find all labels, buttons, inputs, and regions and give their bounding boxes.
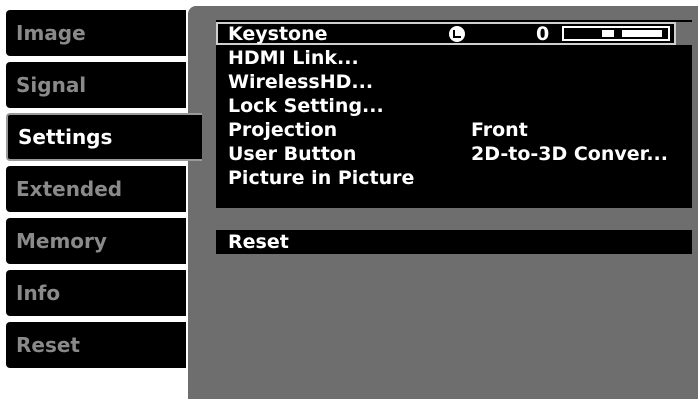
projector-menu-screen: Image Signal Settings Extended Memory In… [0, 0, 698, 399]
keystone-slider[interactable] [562, 26, 670, 41]
tab-memory[interactable]: Memory [6, 218, 186, 264]
hdmi-link-label: HDMI Link... [228, 46, 359, 69]
tab-info[interactable]: Info [6, 270, 186, 316]
enter-icon [449, 26, 465, 42]
tab-image-label: Image [16, 21, 86, 45]
wirelesshd-label: WirelessHD... [228, 70, 374, 93]
settings-row-wirelesshd[interactable]: WirelessHD... [216, 70, 692, 93]
slider-track-fill [602, 30, 662, 37]
reset-label: Reset [228, 231, 289, 253]
slider-knob[interactable] [614, 30, 622, 37]
tab-extended-label: Extended [16, 177, 123, 201]
tab-extended[interactable]: Extended [6, 166, 186, 212]
user-button-label: User Button [228, 142, 357, 165]
settings-row-lock-setting[interactable]: Lock Setting... [216, 94, 692, 117]
tab-reset[interactable]: Reset [6, 322, 186, 368]
picture-in-picture-label: Picture in Picture [228, 166, 415, 189]
tab-settings[interactable]: Settings [6, 113, 202, 161]
keystone-label: Keystone [228, 22, 328, 45]
projection-value: Front [471, 118, 528, 141]
settings-row-hdmi-link[interactable]: HDMI Link... [216, 46, 692, 69]
lock-setting-label: Lock Setting... [228, 94, 384, 117]
keystone-value: 0 [536, 22, 550, 45]
tab-settings-label: Settings [18, 125, 113, 149]
settings-row-projection[interactable]: Projection Front [216, 118, 692, 141]
tab-image[interactable]: Image [6, 10, 186, 56]
user-button-value: 2D-to-3D Conver... [471, 142, 668, 165]
tab-signal[interactable]: Signal [6, 62, 186, 108]
settings-row-reset[interactable]: Reset [216, 230, 692, 254]
tab-info-label: Info [16, 281, 61, 305]
settings-row-keystone[interactable]: Keystone 0 [216, 22, 692, 45]
projection-label: Projection [228, 118, 338, 141]
tab-signal-label: Signal [16, 73, 87, 97]
settings-row-user-button[interactable]: User Button 2D-to-3D Conver... [216, 142, 692, 165]
tab-reset-label: Reset [16, 333, 80, 357]
settings-row-picture-in-picture[interactable]: Picture in Picture [216, 166, 692, 189]
tab-memory-label: Memory [16, 229, 107, 253]
